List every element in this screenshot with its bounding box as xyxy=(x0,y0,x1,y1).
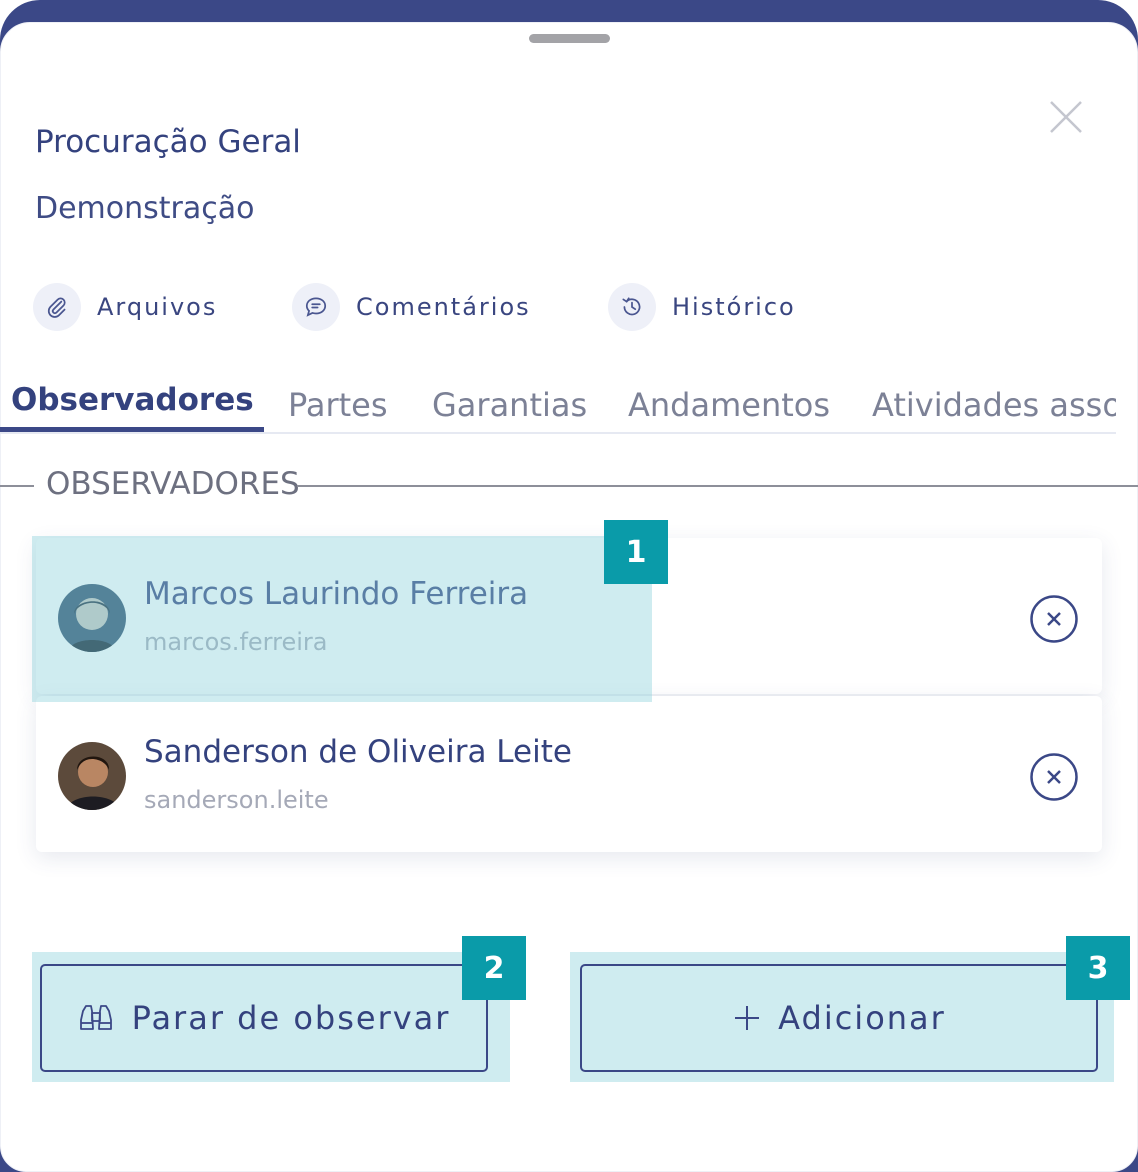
annotation-badge-1: 1 xyxy=(604,520,668,584)
annotation-badge-2: 2 xyxy=(462,936,526,1000)
close-icon[interactable] xyxy=(1047,98,1085,136)
highlight-region-1 xyxy=(32,536,652,702)
tab-garantias[interactable]: Garantias xyxy=(432,386,587,424)
history-action[interactable]: Histórico xyxy=(608,282,796,332)
stop-observing-label: Parar de observar xyxy=(131,999,451,1037)
annotation-badge-3: 3 xyxy=(1066,936,1130,1000)
files-action[interactable]: Arquivos xyxy=(33,282,217,332)
observer-name: Sanderson de Oliveira Leite xyxy=(144,734,572,770)
paperclip-icon xyxy=(33,283,81,331)
binoculars-icon xyxy=(79,1005,112,1030)
observer-card: Sanderson de Oliveira Leite sanderson.le… xyxy=(36,696,1102,852)
chat-bubble-icon xyxy=(292,283,340,331)
tab-partes[interactable]: Partes xyxy=(288,386,388,424)
observer-username: sanderson.leite xyxy=(144,786,329,814)
page-subtitle: Demonstração xyxy=(35,191,255,226)
active-tab-indicator xyxy=(0,427,264,432)
remove-circle-icon[interactable] xyxy=(1029,594,1079,644)
plus-icon xyxy=(735,1006,760,1030)
stop-observing-button[interactable]: Parar de observar xyxy=(40,964,488,1072)
tab-andamentos[interactable]: Andamentos xyxy=(628,386,830,424)
add-observer-button[interactable]: Adicionar xyxy=(580,964,1098,1072)
avatar xyxy=(58,742,126,810)
add-observer-label: Adicionar xyxy=(778,999,946,1037)
comments-action[interactable]: Comentários xyxy=(292,282,531,332)
remove-circle-icon[interactable] xyxy=(1029,752,1079,802)
history-label: Histórico xyxy=(672,293,796,321)
drag-handle[interactable] xyxy=(529,34,610,43)
files-label: Arquivos xyxy=(97,293,218,321)
tab-bar: Observadores Partes Garantias Andamentos… xyxy=(0,372,1116,434)
comments-label: Comentários xyxy=(356,293,531,321)
page-title: Procuração Geral xyxy=(35,124,301,160)
tab-observadores[interactable]: Observadores xyxy=(11,382,254,418)
tab-atividades[interactable]: Atividades asso xyxy=(872,386,1116,424)
fieldset-line-left xyxy=(0,485,34,487)
history-icon xyxy=(608,283,656,331)
section-legend: OBSERVADORES xyxy=(46,466,300,502)
fieldset-line-right xyxy=(297,485,1138,487)
